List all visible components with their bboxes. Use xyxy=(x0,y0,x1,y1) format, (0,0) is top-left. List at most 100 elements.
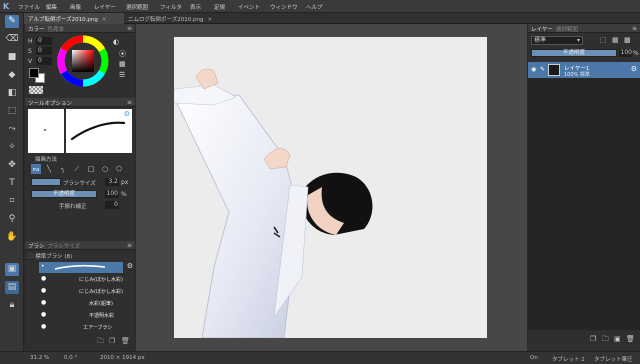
menu-event[interactable]: イベント xyxy=(238,3,260,11)
layer-mask-icon[interactable]: ▩ xyxy=(624,36,631,44)
panel-menu-icon[interactable]: ≡ xyxy=(127,242,132,249)
brush-size-input[interactable]: 3.2 xyxy=(105,178,119,186)
tablet-pressure: タブレット筆圧 xyxy=(594,357,633,363)
color-mode-wheel-icon[interactable]: ◐ xyxy=(113,38,119,46)
brush-item[interactable]: ● にじみ(ぼかし水彩) xyxy=(39,286,123,297)
zoom-level[interactable]: 31.2 % xyxy=(30,355,49,361)
trash-icon[interactable]: 🗑︎ xyxy=(121,337,130,345)
menu-window[interactable]: ウィンドウ xyxy=(270,3,298,11)
crop-tool-icon[interactable]: ⌗ xyxy=(5,195,19,208)
color-mode-grid-icon[interactable]: ▦ xyxy=(119,60,126,68)
layer-lock-icon[interactable]: ⬚ xyxy=(600,36,607,44)
menu-edit[interactable]: 編集 xyxy=(46,3,57,11)
gear-icon[interactable]: ⚙ xyxy=(631,65,637,73)
menu-help[interactable]: ヘルプ xyxy=(306,3,323,11)
brush-item-selected[interactable]: • ⚙ xyxy=(39,262,133,273)
new-folder-icon[interactable]: 🗀︎ xyxy=(602,335,609,346)
move-tool-icon[interactable]: ✥ xyxy=(5,159,19,172)
close-icon[interactable]: ✕ xyxy=(102,17,107,23)
stabilizer-input[interactable]: 0 xyxy=(105,201,119,209)
eyedropper-icon[interactable]: ⚲ xyxy=(5,213,19,226)
opacity-input[interactable]: 100 xyxy=(105,190,119,198)
gear-icon[interactable]: ⚙ xyxy=(124,110,130,118)
text-tool-icon[interactable]: T xyxy=(5,177,19,190)
panel-menu-icon[interactable]: ≡ xyxy=(632,25,637,32)
menu-layer[interactable]: レイヤー xyxy=(94,3,116,11)
close-icon[interactable]: ✕ xyxy=(207,17,212,23)
canvas[interactable] xyxy=(174,37,487,338)
tab-brush-size[interactable]: ブラシサイズ xyxy=(47,244,80,250)
line-icon[interactable]: ╲ xyxy=(43,164,55,174)
eraser-tool-icon[interactable]: ⌫ xyxy=(5,33,19,46)
curve-icon[interactable]: ╮ xyxy=(57,164,69,174)
rotation-angle[interactable]: 0.0 ° xyxy=(64,355,77,361)
panel-menu-icon[interactable]: ≡ xyxy=(127,25,132,32)
tab-brush[interactable]: ブラシ xyxy=(28,244,44,250)
layer-opacity-slider[interactable]: 不透明度 xyxy=(531,49,617,57)
tab-selection[interactable]: 選択範囲 xyxy=(556,27,578,33)
transparent-swatch[interactable] xyxy=(29,86,43,94)
magic-wand-icon[interactable]: ✧ xyxy=(5,141,19,154)
canvas-mode-icon[interactable]: ▣ xyxy=(5,263,19,276)
brush-item[interactable]: ● 水彩(鉛筆) xyxy=(39,298,123,309)
menu-selection[interactable]: 選択範囲 xyxy=(126,3,148,11)
menu-ruler[interactable]: 定規 xyxy=(214,3,225,11)
tab-document-2[interactable]: 二ムログ転倒ポーズ2010.png ✕ xyxy=(124,13,230,24)
tab-color[interactable]: カラー xyxy=(28,27,45,33)
brush-dot-icon: ● xyxy=(41,311,47,318)
lock-icon[interactable]: 🔒︎ xyxy=(5,299,19,312)
blend-mode-select[interactable]: 標準 ▾ xyxy=(531,36,583,45)
layer-opacity-input[interactable]: 100 xyxy=(619,49,632,57)
h-input[interactable]: 0 xyxy=(36,37,52,45)
menu-image[interactable]: 画像 xyxy=(70,3,81,11)
trash-icon[interactable]: 🗑︎ xyxy=(626,335,635,343)
layer-mode-icon[interactable]: ▤ xyxy=(5,281,19,294)
menu-view[interactable]: 表示 xyxy=(190,3,201,11)
eye-icon[interactable]: ◉ xyxy=(531,66,536,73)
rectangle-tool-icon[interactable]: ■ xyxy=(5,51,19,64)
polyline-icon[interactable]: ⟋ xyxy=(71,164,83,174)
hand-tool-icon[interactable]: ✋ xyxy=(5,231,19,244)
menu-file[interactable]: ファイル xyxy=(18,3,40,11)
s-input[interactable]: 0 xyxy=(36,47,52,55)
tab-layer[interactable]: レイヤー xyxy=(531,27,553,33)
panel-menu-icon[interactable]: ≡ xyxy=(127,99,132,106)
lasso-tool-icon[interactable]: ⤳ xyxy=(5,123,19,136)
brush-group[interactable]: 🗀︎ 標準ブラシ (8) xyxy=(28,252,72,262)
left-panel: カラー色見本 ≡ H0 S0 V0 ◐ ⦿ ▦ ☰ ツールオプション ≡ ⚙ xyxy=(25,24,135,351)
layer-opacity-unit: % xyxy=(633,50,639,57)
layer-clip-icon[interactable]: ▦ xyxy=(612,36,619,44)
chevron-down-icon: ▾ xyxy=(576,37,580,44)
select-tool-icon[interactable]: ⬚ xyxy=(5,105,19,118)
pen-tool-icon[interactable]: ✎ xyxy=(5,15,19,28)
gradient-tool-icon[interactable]: ◧ xyxy=(5,87,19,100)
polygon-icon[interactable]: ⬠ xyxy=(113,164,125,174)
opacity-slider[interactable]: 不透明度 xyxy=(31,190,97,198)
foreground-color-swatch[interactable] xyxy=(29,68,39,78)
merge-layer-icon[interactable]: ▣ xyxy=(614,335,621,343)
drawing-method-buttons: ᔓ ╲ ╮ ⟋ □ ○ ⬠ xyxy=(31,164,131,174)
brush-name: 不透明水彩 xyxy=(89,313,115,319)
color-mode-sliders-icon[interactable]: ⦿ xyxy=(119,49,126,59)
gear-icon[interactable]: ⚙ xyxy=(127,262,133,270)
brush-dot-icon: ● xyxy=(41,323,47,330)
folder-add-icon[interactable]: 🗀︎ xyxy=(97,337,104,348)
pen-icon: ✎ xyxy=(540,66,546,73)
new-layer-icon[interactable]: ❐ xyxy=(590,335,596,343)
brush-size-slider[interactable] xyxy=(31,178,61,186)
tab-document-1[interactable]: アルブ転倒ポーズ2010.png ✕ xyxy=(24,13,124,24)
new-brush-icon[interactable]: ❐ xyxy=(109,337,115,345)
ellipse-icon[interactable]: ○ xyxy=(99,164,111,174)
fill-tool-icon[interactable]: ◆ xyxy=(5,69,19,82)
tab-swatches[interactable]: 色見本 xyxy=(48,27,65,33)
layer-row[interactable]: ◉ ✎ レイヤー1 100% 標準 ⚙ xyxy=(528,62,640,78)
v-input[interactable]: 0 xyxy=(36,57,52,65)
color-wheel[interactable] xyxy=(57,35,109,87)
color-mode-list-icon[interactable]: ☰ xyxy=(119,71,125,79)
brush-item[interactable]: ● エアーブラシ xyxy=(39,322,123,333)
menu-filter[interactable]: フィルタ xyxy=(160,3,182,11)
rectangle-icon[interactable]: □ xyxy=(85,164,97,174)
brush-item[interactable]: ● 不透明水彩 xyxy=(39,310,123,321)
brush-item[interactable]: ● にじみ(ぼかし水彩) xyxy=(39,274,123,285)
freehand-icon[interactable]: ᔓ xyxy=(31,164,41,174)
